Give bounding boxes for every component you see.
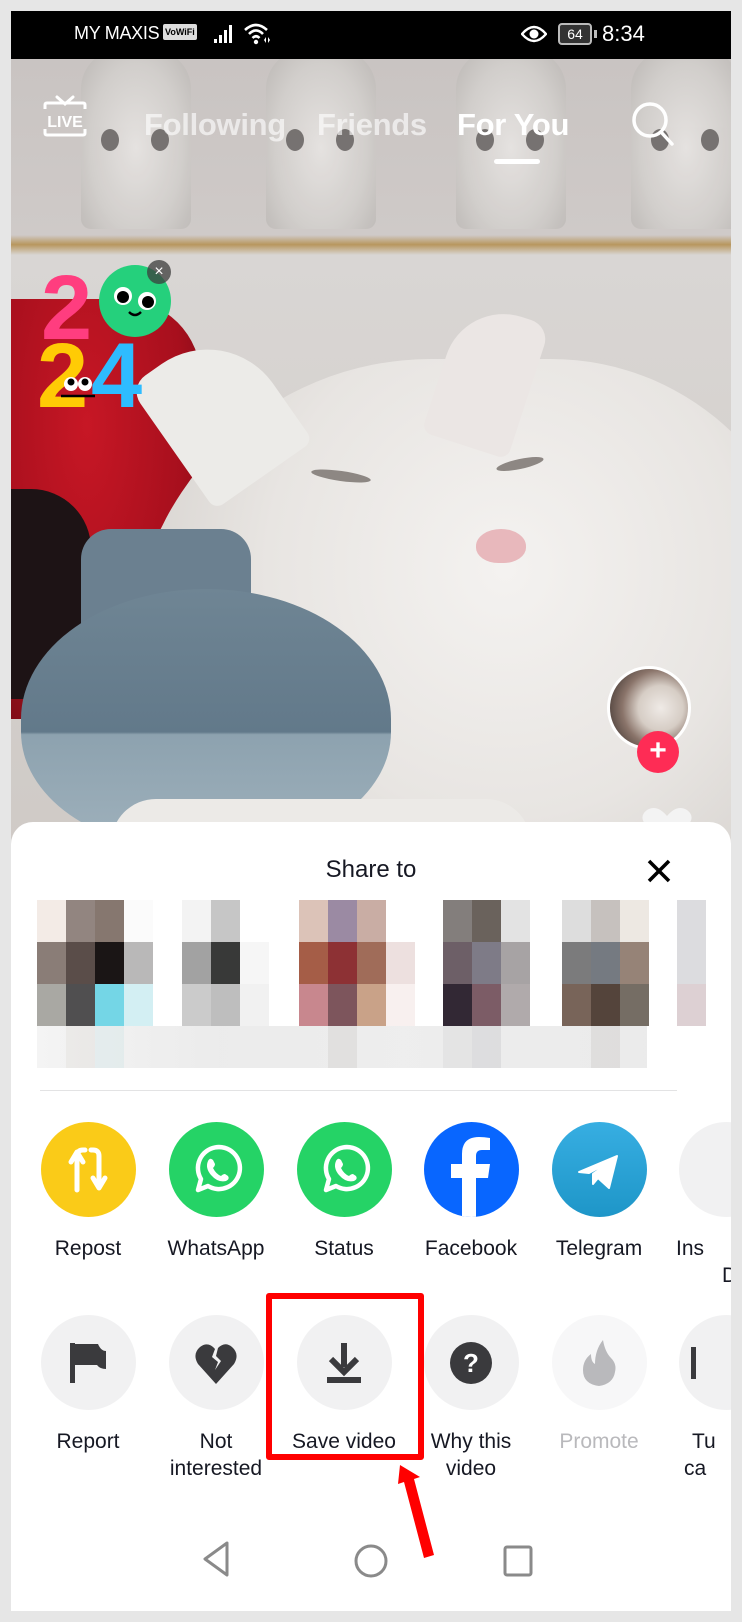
share-facebook-label: Facebook [424,1237,518,1260]
whatsapp-icon [323,1144,371,1192]
action-promote: Promote [535,1315,663,1455]
repost-icon [68,1147,108,1192]
svg-text:?: ? [463,1348,479,1378]
carrier-name: MY MAXIS [74,23,160,43]
search-icon[interactable] [629,99,677,147]
divider [40,1090,677,1091]
back-icon[interactable] [201,1541,231,1577]
share-status-label: Status [314,1237,374,1260]
follow-button[interactable]: + [637,731,679,773]
share-sheet-title: Share to [325,856,417,883]
share-instagram-label-line2: D [722,1264,731,1287]
action-not-interested-label-line2: interested [169,1457,263,1480]
wifi-icon [244,23,270,45]
telegram-icon [578,1154,618,1189]
share-facebook[interactable]: Facebook [407,1122,535,1262]
contact-item[interactable] [677,900,717,1066]
system-navigation-bar [11,1481,731,1611]
captions-icon [691,1346,696,1379]
eye-comfort-icon [521,25,547,43]
live-icon[interactable]: LIVE [41,95,89,139]
action-turn-off-captions-label: Tu [692,1430,716,1453]
action-why-this-video[interactable]: ? Why this video [407,1315,535,1482]
battery-tip [594,30,597,38]
action-not-interested-label: Not [199,1430,233,1453]
contact-names-blurred [37,1026,647,1068]
share-whatsapp[interactable]: WhatsApp [152,1122,280,1262]
share-telegram-label: Telegram [555,1237,643,1260]
contacts-row [37,900,731,1070]
clock: 8:34 [602,21,645,46]
broken-heart-icon [195,1343,237,1384]
status-bar: MY MAXIS VoWiFi 64 8:34 [11,11,731,59]
top-navigation: LIVE Following Friends For You [11,59,731,169]
flame-icon [583,1339,616,1386]
annotation-arrow-icon [398,1465,434,1558]
facebook-icon [450,1137,490,1217]
share-telegram[interactable]: Telegram [535,1122,663,1262]
cat-nose [476,529,526,563]
cellular-signal-icon [214,25,232,43]
share-instagram-direct[interactable]: Ins D [662,1122,731,1289]
instagram-direct-icon [678,1122,731,1217]
svg-text:LIVE: LIVE [47,114,83,131]
battery-indicator: 64 [558,23,592,45]
share-whatsapp-label: WhatsApp [167,1237,265,1260]
share-repost[interactable]: Repost [24,1122,152,1262]
share-repost-label: Repost [54,1237,122,1260]
action-not-interested[interactable]: Not interested [152,1315,280,1482]
flag-icon [70,1342,106,1383]
action-turn-off-captions[interactable]: Tu ca [662,1315,731,1482]
home-icon[interactable] [353,1543,389,1579]
save-video-highlight-box [266,1293,424,1460]
tab-for-you[interactable]: For You [457,107,569,143]
action-report[interactable]: Report [24,1315,152,1455]
share-whatsapp-status[interactable]: Status [280,1122,408,1262]
vowifi-badge: VoWiFi [163,24,197,40]
sticker-close-button[interactable]: × [147,260,171,284]
svg-text:2: 2 [37,325,88,421]
question-icon: ? [450,1341,492,1384]
close-icon[interactable] [644,856,674,886]
action-promote-label: Promote [559,1430,639,1453]
tab-following[interactable]: Following [144,107,286,143]
recent-apps-icon[interactable] [503,1545,533,1577]
svg-text:4: 4 [91,325,142,421]
whatsapp-icon [195,1144,243,1192]
action-why-this-video-label: Why this [430,1430,512,1453]
tab-friends[interactable]: Friends [317,107,427,143]
action-turn-off-captions-label-line2: ca [684,1457,707,1480]
share-instagram-label: Ins [676,1237,705,1260]
active-tab-indicator [494,159,540,164]
action-report-label: Report [56,1430,120,1453]
